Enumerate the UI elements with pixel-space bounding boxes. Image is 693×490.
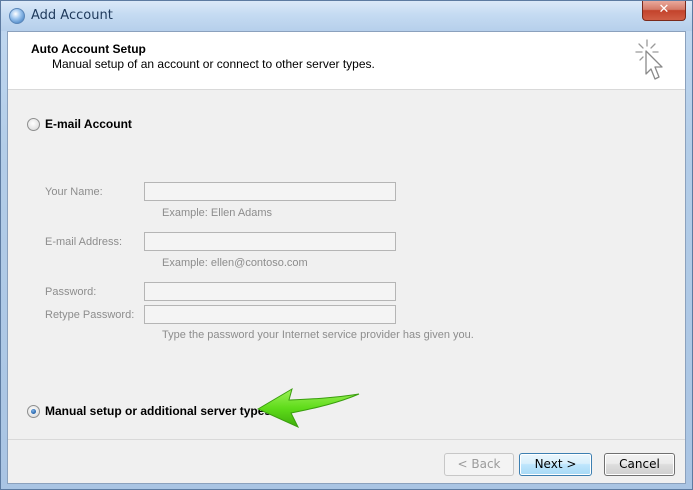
dialog-header: Auto Account Setup Manual setup of an ac…	[8, 32, 685, 90]
your-name-field[interactable]	[144, 182, 396, 201]
your-name-label: Your Name:	[45, 186, 103, 198]
button-divider	[8, 439, 685, 440]
header-subtitle: Manual setup of an account or connect to…	[52, 57, 375, 71]
manual-setup-label: Manual setup or additional server types	[45, 404, 272, 418]
header-title: Auto Account Setup	[31, 42, 146, 56]
next-button[interactable]: Next >	[519, 453, 592, 476]
manual-setup-option[interactable]: Manual setup or additional server types	[27, 404, 271, 418]
email-account-radio[interactable]	[27, 117, 40, 131]
cancel-button[interactable]: Cancel	[604, 453, 675, 476]
dialog-client-area: Auto Account Setup Manual setup of an ac…	[7, 31, 686, 484]
email-account-label: E-mail Account	[45, 117, 132, 131]
back-button[interactable]: < Back	[444, 453, 514, 476]
password-label: Password:	[45, 286, 97, 298]
highlight-arrow-icon	[256, 387, 360, 429]
retype-password-field[interactable]	[144, 305, 396, 324]
retype-password-hint: Type the password your Internet service …	[162, 329, 474, 341]
manual-setup-radio[interactable]	[27, 404, 40, 418]
cursor-sparkle-icon	[635, 39, 663, 80]
outlook-app-icon	[9, 8, 25, 24]
password-field[interactable]	[144, 282, 396, 301]
your-name-hint: Example: Ellen Adams	[162, 207, 273, 219]
close-button[interactable]: ✕	[642, 1, 686, 21]
window-title: Add Account	[31, 8, 113, 23]
email-address-label: E-mail Address:	[45, 236, 123, 248]
add-account-window: Add Account ✕ Auto Account Setup Manual …	[0, 0, 693, 490]
email-account-option[interactable]: E-mail Account	[27, 117, 132, 131]
email-address-hint: Example: ellen@contoso.com	[162, 257, 308, 269]
title-bar[interactable]: Add Account ✕	[1, 1, 692, 31]
retype-password-label: Retype Password:	[45, 309, 135, 321]
email-address-field[interactable]	[144, 232, 396, 251]
